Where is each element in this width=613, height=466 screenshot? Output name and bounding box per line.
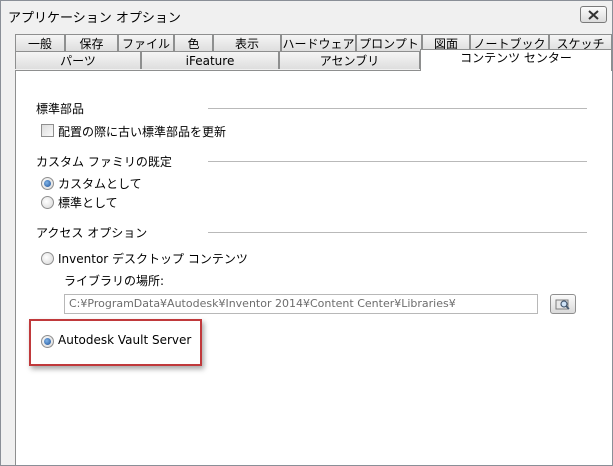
vault-server-label: Autodesk Vault Server bbox=[58, 333, 192, 347]
standard-parts-heading: 標準部品 bbox=[36, 102, 85, 116]
vault-server-radio[interactable] bbox=[41, 335, 54, 348]
tab-assembly[interactable]: アセンブリ bbox=[279, 51, 420, 69]
content-center-panel: 標準部品 配置の際に古い標準部品を更新 カスタム ファミリの既定 カスタムとして… bbox=[15, 70, 612, 465]
as-standard-label: 標準として bbox=[58, 196, 118, 210]
custom-family-divider bbox=[208, 161, 587, 162]
library-path-field[interactable]: C:¥ProgramData¥Autodesk¥Inventor 2014¥Co… bbox=[64, 294, 538, 314]
tab-hardware[interactable]: ハードウェア bbox=[281, 34, 356, 51]
tab-save[interactable]: 保存 bbox=[65, 34, 118, 51]
close-button[interactable] bbox=[580, 6, 607, 23]
as-custom-radio[interactable] bbox=[41, 177, 54, 190]
tab-part[interactable]: パーツ bbox=[15, 51, 141, 69]
title-bar: アプリケーション オプション bbox=[1, 1, 612, 30]
application-options-dialog: アプリケーション オプション 一般 保存 ファイル 色 表示 ハードウェア プロ… bbox=[0, 0, 613, 466]
tab-prompts[interactable]: プロンプト bbox=[356, 34, 422, 51]
access-options-divider bbox=[208, 232, 587, 233]
tab-ifeature[interactable]: iFeature bbox=[141, 51, 279, 69]
as-custom-label: カスタムとして bbox=[58, 177, 142, 191]
window-title: アプリケーション オプション bbox=[8, 11, 181, 26]
desktop-content-radio[interactable] bbox=[41, 252, 54, 265]
tab-color[interactable]: 色 bbox=[174, 34, 213, 51]
as-standard-radio[interactable] bbox=[41, 196, 54, 209]
refresh-old-parts-checkbox[interactable] bbox=[41, 124, 54, 137]
desktop-content-label: Inventor デスクトップ コンテンツ bbox=[58, 252, 248, 266]
browse-folder-icon bbox=[555, 299, 570, 310]
close-icon bbox=[588, 9, 599, 20]
standard-parts-divider bbox=[208, 108, 587, 109]
tab-general[interactable]: 一般 bbox=[15, 34, 65, 51]
browse-button[interactable] bbox=[550, 294, 576, 314]
tab-display[interactable]: 表示 bbox=[213, 34, 281, 51]
library-location-label: ライブラリの場所: bbox=[64, 274, 165, 288]
refresh-old-parts-label: 配置の際に古い標準部品を更新 bbox=[58, 125, 227, 139]
access-options-heading: アクセス オプション bbox=[36, 226, 148, 240]
custom-family-heading: カスタム ファミリの既定 bbox=[36, 155, 172, 169]
tab-file[interactable]: ファイル bbox=[118, 34, 174, 51]
tab-content-center[interactable]: コンテンツ センター bbox=[420, 49, 612, 71]
